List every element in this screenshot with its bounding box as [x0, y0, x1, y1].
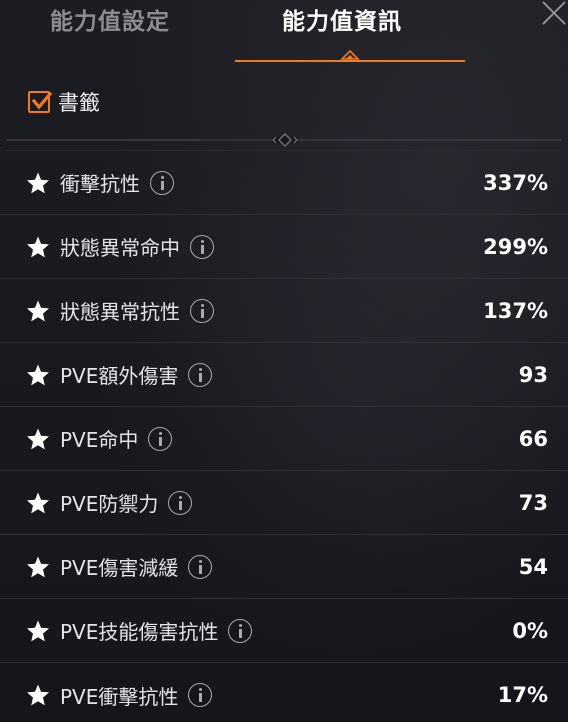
stat-label: PVE技能傷害抗性 — [60, 616, 253, 645]
info-icon[interactable] — [188, 362, 213, 387]
stat-label: PVE額外傷害 — [60, 360, 213, 389]
stat-row: PVE命中 66 — [0, 407, 568, 471]
tab-stat-settings[interactable]: 能力值設定 — [50, 2, 190, 42]
stat-label-text: PVE技能傷害抗性 — [60, 620, 219, 644]
info-icon[interactable] — [188, 554, 213, 579]
stat-row: PVE技能傷害抗性 0% — [0, 599, 568, 663]
stat-list: 衝擊抗性 337% 狀態異常命中 299% 狀態異常抗性 137% PVE額外傷… — [0, 151, 568, 722]
active-tab-underline — [235, 60, 465, 62]
info-icon[interactable] — [190, 298, 214, 323]
stat-value: 137% — [483, 298, 548, 323]
stat-label-text: PVE防禦力 — [60, 492, 159, 516]
stat-row: PVE傷害減緩 54 — [0, 535, 568, 599]
star-icon[interactable] — [26, 491, 50, 515]
star-icon[interactable] — [26, 235, 50, 259]
star-icon[interactable] — [26, 299, 50, 323]
stat-value: 17% — [497, 683, 548, 707]
stat-label-text: PVE傷害減緩 — [60, 556, 179, 580]
stat-row: PVE衝擊抗性 17% — [0, 663, 568, 722]
stat-label-text: PVE命中 — [60, 428, 139, 452]
stat-row: PVE額外傷害 93 — [0, 343, 568, 407]
stat-value: 93 — [518, 362, 548, 387]
close-icon[interactable] — [538, 0, 568, 26]
info-icon[interactable] — [148, 426, 173, 451]
star-icon[interactable] — [26, 555, 50, 579]
info-icon[interactable] — [190, 234, 214, 259]
stat-label: 衝擊抗性 — [60, 168, 174, 197]
stat-label-text: 狀態異常命中 — [60, 236, 180, 260]
bookmark-checkbox[interactable] — [28, 91, 53, 113]
stat-label-text: 狀態異常抗性 — [60, 300, 180, 324]
stat-label: 狀態異常命中 — [60, 232, 214, 261]
info-icon[interactable] — [168, 490, 193, 515]
info-icon[interactable] — [188, 683, 213, 707]
divider-ornament-icon — [272, 133, 298, 147]
star-icon[interactable] — [26, 683, 50, 707]
stat-value: 66 — [518, 426, 548, 451]
stat-label: PVE衝擊抗性 — [60, 681, 213, 710]
star-icon[interactable] — [26, 619, 50, 643]
bookmark-label: 書籤 — [58, 91, 100, 115]
stat-value: 73 — [518, 490, 548, 515]
tab-stat-info[interactable]: 能力值資訊 — [282, 2, 422, 42]
bookmark-toggle[interactable]: 書籤 — [28, 88, 100, 116]
stat-row: 狀態異常命中 299% — [0, 215, 568, 279]
checkmark-icon — [31, 91, 53, 110]
stat-value: 54 — [518, 554, 548, 579]
info-icon[interactable] — [150, 170, 174, 195]
stat-label-text: PVE衝擊抗性 — [60, 684, 179, 709]
stat-label: 狀態異常抗性 — [60, 296, 214, 325]
stat-value: 0% — [512, 618, 548, 643]
tab-bar: 能力值設定 能力值資訊 — [0, 0, 568, 64]
stat-label-text: PVE額外傷害 — [60, 364, 179, 388]
stats-panel: 能力值設定 能力值資訊 書籤 衝擊抗性 337% 狀態異常命中 299% 狀態異… — [0, 0, 568, 722]
stat-label-text: 衝擊抗性 — [60, 172, 140, 196]
stat-row: 狀態異常抗性 137% — [0, 279, 568, 343]
stat-label: PVE命中 — [60, 424, 173, 453]
stat-label: PVE傷害減緩 — [60, 552, 213, 581]
star-icon[interactable] — [26, 363, 50, 387]
stat-value: 337% — [483, 170, 548, 195]
stat-row: 衝擊抗性 337% — [0, 151, 568, 215]
info-icon[interactable] — [228, 618, 253, 643]
stat-row: PVE防禦力 73 — [0, 471, 568, 535]
stat-value: 299% — [483, 234, 548, 259]
star-icon[interactable] — [26, 171, 50, 195]
star-icon[interactable] — [26, 427, 50, 451]
stat-label: PVE防禦力 — [60, 488, 193, 517]
